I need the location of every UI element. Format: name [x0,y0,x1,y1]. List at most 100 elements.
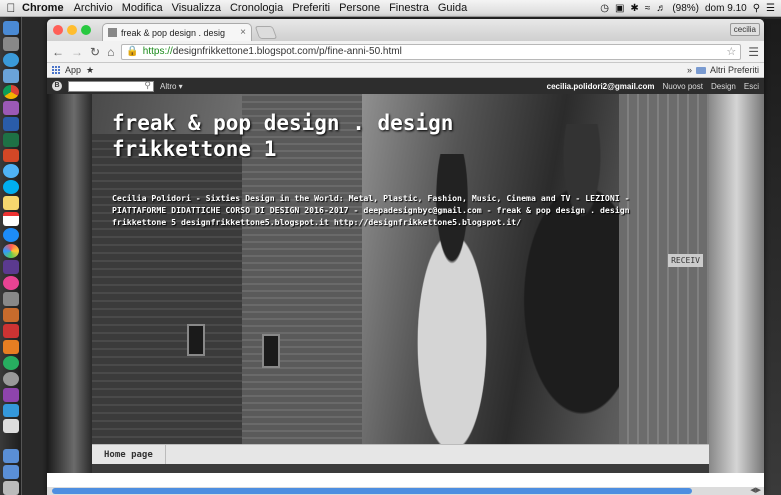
close-tab-icon[interactable]: × [240,27,246,38]
menu-preferiti[interactable]: Preferiti [292,2,330,14]
app-icon-24[interactable] [2,387,19,402]
shop-sign: RECEIV [668,254,703,267]
address-bar[interactable]: 🔒 https://designfrikkettone1.blogspot.co… [121,43,742,60]
notification-center-icon[interactable]: ☰ [766,3,775,14]
scroll-arrows-icon[interactable]: ◀▶ [750,486,761,494]
clock[interactable]: dom 9.10 [705,3,747,14]
display-icon[interactable]: ▣ [615,3,624,14]
garageband-icon[interactable] [2,307,19,322]
apple-icon[interactable]:  [0,1,22,15]
user-email[interactable]: cecilia.polidori2@gmail.com [547,82,655,91]
maximize-window-button[interactable] [81,25,91,35]
battery-status[interactable]: (98%) [672,3,699,14]
bookmark-star-icon[interactable]: ☆ [726,45,736,58]
system-prefs-icon[interactable] [2,371,19,386]
app-icon-22[interactable] [2,355,19,370]
page-content: RECEIV freak & pop design . design frikk… [47,94,764,473]
window-shape [187,324,205,356]
browser-toolbar: ← → ↻ ⌂ 🔒 https://designfrikkettone1.blo… [47,41,764,63]
word-icon[interactable] [2,116,19,131]
bookmark-other[interactable]: Altri Preferiti [710,65,759,75]
menu-archivio[interactable]: Archivio [74,2,113,14]
blogger-navbar: B ⚲ Altro ▾ cecilia.polidori2@gmail.com … [47,78,764,94]
scrollbar-thumb[interactable] [52,488,692,494]
blog-description: Cecilia Polidori - Sixties Design in the… [112,193,630,227]
blog-title[interactable]: freak & pop design . design frikkettone … [112,110,582,162]
chrome-icon[interactable] [2,84,19,99]
menu-icon[interactable]: ☰ [748,45,759,59]
trash-icon[interactable] [2,481,19,495]
photos-icon[interactable] [2,244,19,259]
safari-icon[interactable] [2,52,19,67]
background-left [47,94,92,473]
app-icon-20[interactable] [2,323,19,338]
home-icon[interactable]: ⌂ [107,45,114,59]
wifi-icon[interactable]: ≈ [645,3,651,14]
menu-persone[interactable]: Persone [339,2,380,14]
excel-icon[interactable] [2,132,19,147]
app-icon-6[interactable] [2,100,19,115]
menu-modifica[interactable]: Modifica [122,2,163,14]
blogger-logo-icon[interactable]: B [52,81,62,91]
calendar-icon[interactable] [2,212,19,227]
app-icon-18[interactable] [2,291,19,306]
url-text: designfrikkettone1.blogspot.com/p/fine-a… [172,46,402,57]
new-tab-button[interactable] [254,26,278,39]
powerpoint-icon[interactable] [2,148,19,163]
blog-search-input[interactable]: ⚲ [68,80,154,92]
profile-button[interactable]: cecilia [729,23,760,36]
blog-header-image: RECEIV freak & pop design . design frikk… [92,94,709,444]
app-icon-21[interactable] [2,339,19,354]
blogger-favicon-icon [108,28,117,37]
altro-menu[interactable]: Altro ▾ [160,82,183,91]
finder-icon[interactable] [2,21,19,35]
building-right [619,94,709,444]
notes-icon[interactable] [2,196,19,211]
app-icon-25[interactable] [2,403,19,418]
folder-icon-bookmarks [695,66,706,74]
horizontal-scrollbar[interactable]: ◀▶ [47,487,764,495]
bookmark-apps[interactable]: App [65,65,81,75]
downloads-folder-icon[interactable] [2,465,19,480]
background-right [709,94,764,473]
menu-visualizza[interactable]: Visualizza [172,2,221,14]
mac-menubar:  Chrome Archivio Modifica Visualizza Cr… [0,0,781,17]
blog-nav-tabs: Home page [92,444,709,464]
new-post-link[interactable]: Nuovo post [663,82,703,91]
mail-icon[interactable] [2,68,19,83]
close-window-button[interactable] [53,25,63,35]
browser-window: freak & pop design . desig × cecilia ← →… [47,19,764,495]
design-link[interactable]: Design [711,82,736,91]
minimize-window-button[interactable] [67,25,77,35]
messages-icon[interactable] [2,164,19,179]
forward-icon[interactable]: → [71,45,83,59]
reload-icon[interactable]: ↻ [90,45,100,59]
menu-cronologia[interactable]: Cronologia [230,2,283,14]
apps-grid-icon[interactable] [52,66,60,74]
volume-icon[interactable]: ♬ [656,3,666,14]
bookmark-star-icon-small[interactable]: ★ [86,65,94,76]
bookmarks-bar: App ★ » Altri Preferiti [47,63,764,78]
folder-icon[interactable] [2,449,19,464]
app-store-icon[interactable] [2,228,19,243]
tab-home-page[interactable]: Home page [92,445,166,464]
building-left [92,134,242,444]
menubar-app-name[interactable]: Chrome [22,2,64,14]
more-bookmarks-icon[interactable]: » [687,65,692,75]
skype-icon[interactable] [2,180,19,195]
search-icon[interactable]: ⚲ [144,80,151,91]
browser-tab[interactable]: freak & pop design . desig × [102,23,252,41]
menu-finestra[interactable]: Finestra [389,2,429,14]
dock [0,17,22,495]
app-icon-26[interactable] [2,419,19,434]
back-icon[interactable]: ← [52,45,64,59]
sign-out-link[interactable]: Esci [744,82,759,91]
spotlight-icon[interactable]: ⚲ [753,3,760,14]
browser-titlebar: freak & pop design . desig × cecilia [47,19,764,41]
itunes-icon[interactable] [2,276,19,290]
bluetooth-icon[interactable]: ✱ [630,3,638,14]
time-machine-icon[interactable]: ◷ [600,3,609,14]
launchpad-icon[interactable] [2,36,19,51]
imovie-icon[interactable] [2,260,19,275]
menu-guida[interactable]: Guida [438,2,467,14]
